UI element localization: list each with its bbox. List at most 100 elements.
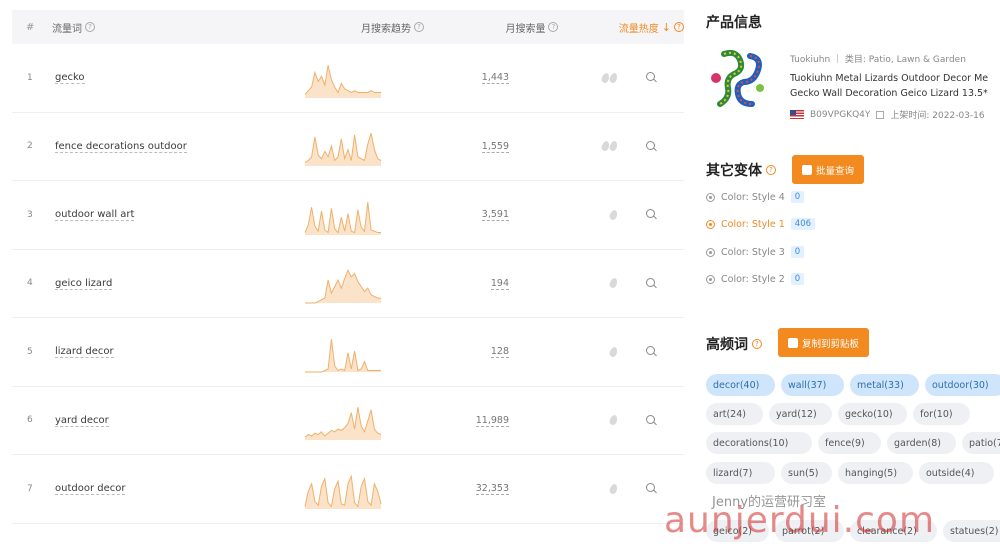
row-volume[interactable]: 194 [383,277,509,290]
frequent-word-tag[interactable]: garden(8) [887,432,956,454]
help-icon[interactable]: ? [674,22,684,32]
row-volume-text: 32,353 [475,483,509,496]
row-volume[interactable]: 1,443 [383,72,509,85]
help-icon[interactable]: ? [752,339,762,349]
frequent-word-tag[interactable]: fence(9) [818,432,881,454]
row-keyword-text: yard decor [55,414,109,427]
row-keyword[interactable]: gecko [55,72,303,85]
table-row[interactable]: 6 yard decor 11,989 [12,387,684,455]
product-asin[interactable]: B09VPGKQ4Y [810,110,870,120]
variant-item[interactable]: Color: Style 1 406 [706,218,816,230]
batch-query-button[interactable]: 批量查询 [792,155,865,184]
row-search[interactable] [617,72,657,83]
row-search[interactable] [617,483,657,494]
product-name[interactable]: Tuokiuhn Metal Lizards Outdoor Decor Me … [790,71,988,101]
row-num: 4 [27,278,33,289]
row-search[interactable] [617,140,657,152]
frequent-word-tag[interactable]: gecko(10) [838,403,907,425]
row-trend-sparkline[interactable] [303,467,383,511]
header-heat-sort[interactable]: 流量热度 ↓ ? [558,20,684,35]
frequent-word-tag[interactable]: outdoor(30) [925,374,1000,396]
row-keyword[interactable]: fence decorations outdoor [55,140,303,153]
external-link-icon[interactable] [876,110,885,119]
row-keyword[interactable]: yard decor [55,414,303,427]
frequent-word-tag[interactable]: for(10) [913,403,970,425]
search-icon[interactable] [646,483,657,494]
frequent-word-tag[interactable]: decor(40) [706,374,775,396]
variant-item[interactable]: Color: Style 2 0 [706,273,805,285]
help-icon[interactable]: ? [548,22,559,32]
radio-icon[interactable] [706,247,715,257]
row-volume[interactable]: 1,559 [383,140,509,153]
row-trend-sparkline[interactable] [303,330,383,374]
radio-icon[interactable] [706,274,715,284]
watermark-small: Jenny的运营研习室 [712,495,827,510]
frequent-word-tag[interactable]: art(24) [706,403,763,425]
search-icon[interactable] [646,414,657,426]
row-keyword[interactable]: outdoor wall art [55,209,303,222]
row-search[interactable] [617,346,657,357]
row-search[interactable] [617,414,657,426]
row-trend-sparkline[interactable] [303,56,383,100]
frequent-word-tag[interactable]: statues(2) [943,520,1000,542]
variant-item[interactable]: Color: Style 4 0 [706,191,805,203]
row-keyword[interactable]: lizard decor [55,346,303,359]
table-row[interactable]: 1 gecko 1,443 [12,44,684,113]
copy-to-clipboard-button[interactable]: 复制到剪贴板 [778,328,870,357]
frequent-word-tag[interactable]: lizard(7) [706,462,775,484]
variant-item[interactable]: Color: Style 3 0 [706,246,805,258]
frequent-word-tag[interactable]: clearance(2) [850,520,937,542]
copy-label: 复制到剪贴板 [802,338,860,350]
search-icon[interactable] [646,140,657,152]
search-icon[interactable] [646,277,657,289]
frequent-word-tag[interactable]: parrot(2) [775,520,844,542]
row-search[interactable] [617,209,657,220]
row-volume[interactable]: 11,989 [383,414,509,427]
row-heat [509,140,619,153]
search-icon[interactable] [646,346,657,357]
table-row[interactable]: 4 geico lizard 194 [12,250,684,318]
header-keyword-label: 流量词 [52,23,83,35]
table-row[interactable]: 7 outdoor decor 32,353 [12,455,684,524]
row-volume-text: 194 [490,277,509,290]
frequent-word-tag[interactable]: metal(33) [850,374,919,396]
product-info-title: 产品信息 [706,15,762,31]
frequent-word-tag[interactable]: hanging(5) [838,462,913,484]
table-row[interactable]: 5 lizard decor 128 [12,318,684,387]
search-icon[interactable] [646,72,657,83]
variant-label: Color: Style 2 [721,273,785,285]
frequent-word-tag[interactable]: geico(2) [706,520,769,542]
row-trend-sparkline[interactable] [303,398,383,442]
table-row[interactable]: 3 outdoor wall art 3,591 [12,181,684,250]
row-volume[interactable]: 3,591 [383,209,509,222]
row-keyword[interactable]: outdoor decor [55,483,303,496]
search-icon[interactable] [646,209,657,220]
radio-icon[interactable] [706,192,715,202]
row-trend-sparkline[interactable] [303,261,383,305]
header-volume[interactable]: 月搜索量 ? [460,20,559,35]
help-icon[interactable]: ? [414,22,425,32]
sparkline-line [304,474,382,508]
row-num: 3 [27,209,33,220]
row-search[interactable] [617,277,657,289]
frequent-words-title-label: 高频词 [706,337,748,353]
row-trend-sparkline[interactable] [303,193,383,237]
product-meta: Tuokiuhn ｜ 类目: Patio, Lawn & Garden [790,55,966,65]
row-volume[interactable]: 32,353 [383,483,509,496]
frequent-word-tag[interactable]: sun(5) [781,462,832,484]
row-keyword[interactable]: geico lizard [55,277,303,290]
help-icon[interactable]: ? [766,165,776,175]
row-keyword-text: fence decorations outdoor [55,140,187,153]
product-image[interactable] [706,48,768,110]
help-icon[interactable]: ? [85,22,96,32]
frequent-word-tag[interactable]: patio(7) [962,432,1000,454]
frequent-word-tag[interactable]: decorations(10) [706,432,812,454]
frequent-word-tag[interactable]: outside(4) [919,462,994,484]
row-volume[interactable]: 128 [383,346,509,359]
frequent-word-tag[interactable]: wall(37) [781,374,844,396]
keyword-table: # 流量词 ? 月搜索趋势 ? 月搜索量 ? 流量热度 ↓ ? 1 gecko 1,… [12,10,684,552]
table-row[interactable]: 2 fence decorations outdoor 1,559 [12,113,684,181]
radio-icon[interactable] [706,219,715,229]
frequent-word-tag[interactable]: yard(12) [769,403,832,425]
row-trend-sparkline[interactable] [303,124,383,168]
